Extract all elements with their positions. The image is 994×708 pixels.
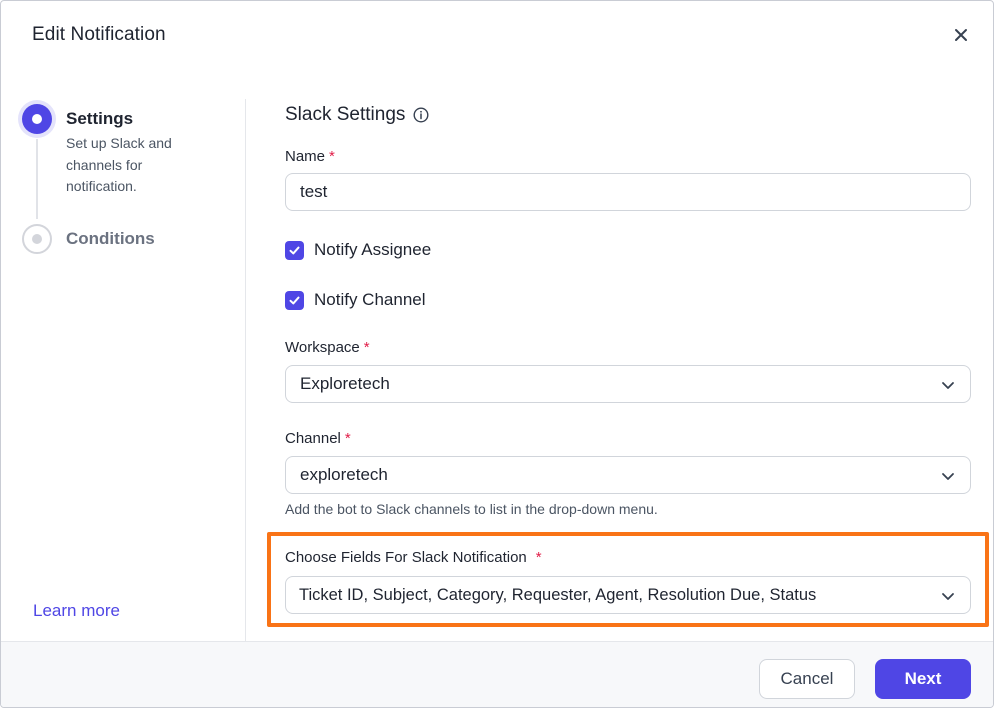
close-button[interactable]	[949, 23, 973, 47]
edit-notification-dialog: Edit Notification Settings Set up Slack …	[0, 0, 994, 708]
workspace-select-value: Exploretech	[300, 374, 390, 393]
notify-assignee-row[interactable]: Notify Assignee	[285, 240, 431, 260]
channel-label-text: Channel	[285, 430, 341, 447]
workspace-label: Workspace *	[285, 339, 370, 356]
next-button[interactable]: Next	[875, 659, 971, 699]
name-input[interactable]: test	[285, 173, 971, 211]
cancel-button[interactable]: Cancel	[759, 659, 855, 699]
channel-select[interactable]: exploretech	[285, 456, 971, 494]
chevron-down-icon	[942, 473, 954, 480]
chevron-down-icon	[942, 382, 954, 389]
notify-channel-row[interactable]: Notify Channel	[285, 290, 426, 310]
name-label-text: Name	[285, 148, 326, 165]
step-title-settings[interactable]: Settings	[66, 109, 133, 129]
checkmark-icon	[289, 246, 300, 254]
dialog-footer: Cancel Next	[1, 641, 993, 707]
required-mark: *	[329, 148, 335, 165]
step-description-settings: Set up Slack and channels for notificati…	[66, 135, 172, 194]
required-mark: *	[363, 339, 370, 356]
section-title-text: Slack Settings	[285, 104, 406, 125]
section-title: Slack Settings	[285, 104, 429, 126]
step-connector	[36, 139, 38, 219]
notify-assignee-label: Notify Assignee	[314, 240, 432, 259]
workspace-label-text: Workspace	[285, 339, 360, 356]
workspace-select[interactable]: Exploretech	[285, 365, 971, 403]
required-mark: *	[344, 430, 351, 447]
channel-select-value: exploretech	[300, 465, 388, 484]
highlight-box	[267, 532, 989, 627]
step-indicator-settings[interactable]	[22, 104, 52, 134]
learn-more-link[interactable]: Learn more	[33, 601, 120, 621]
vertical-divider	[245, 99, 246, 641]
stepper: Settings Set up Slack and channels for n…	[1, 69, 246, 641]
channel-hint: Add the bot to Slack channels to list in…	[285, 501, 658, 517]
name-input-value: test	[300, 182, 328, 201]
channel-label: Channel *	[285, 430, 351, 447]
notify-assignee-checkbox[interactable]	[285, 240, 304, 260]
info-icon[interactable]	[413, 107, 429, 123]
checkmark-icon	[289, 296, 300, 304]
step-title-conditions[interactable]: Conditions	[66, 229, 155, 249]
notify-channel-checkbox[interactable]	[285, 290, 304, 310]
dialog-title: Edit Notification	[32, 24, 166, 45]
close-icon	[955, 29, 967, 41]
step-indicator-conditions[interactable]	[22, 224, 52, 254]
name-label: Name *	[285, 148, 335, 165]
notify-channel-label: Notify Channel	[314, 290, 426, 309]
dialog-header: Edit Notification	[1, 1, 993, 69]
